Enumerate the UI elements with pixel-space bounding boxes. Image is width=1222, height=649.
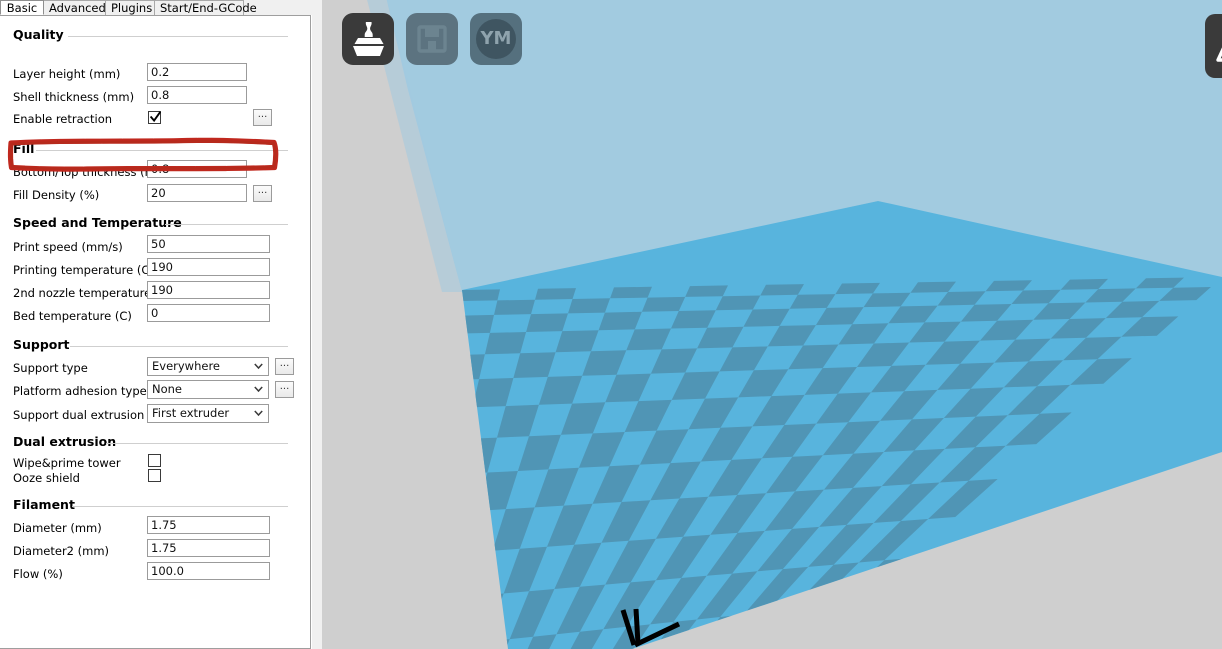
platform-grid-cell xyxy=(568,298,611,314)
label-layer-height: Layer height (mm) xyxy=(13,67,121,81)
platform-grid-cell xyxy=(526,313,568,332)
input-flow[interactable] xyxy=(147,562,270,580)
platform-grid-cell xyxy=(462,289,500,302)
platform-grid-cell xyxy=(535,288,576,300)
section-title-filament: Filament xyxy=(13,497,75,512)
button-support-type-options[interactable]: ... xyxy=(275,358,294,375)
section-divider xyxy=(70,346,288,347)
platform-grid-cell xyxy=(641,296,686,312)
tab-start-end-gcode[interactable]: Start/End-GCode xyxy=(154,0,257,15)
section-title-support: Support xyxy=(13,337,70,352)
floppy-disk-icon xyxy=(417,25,447,53)
youmagine-icon: YM xyxy=(476,19,516,59)
select-platform-adhesion-type[interactable]: None xyxy=(147,380,269,399)
label-flow: Flow (%) xyxy=(13,567,63,581)
label-fill-density: Fill Density (%) xyxy=(13,188,100,202)
chevron-down-icon xyxy=(254,363,263,370)
select-support-dual-extrusion[interactable]: First extruder xyxy=(147,404,269,423)
basic-settings-form: Quality Layer height (mm) Shell thicknes… xyxy=(0,15,311,649)
input-print-speed[interactable] xyxy=(147,235,270,253)
tab-bar: Basic Advanced Plugins Start/End-GCode xyxy=(0,0,322,16)
label-enable-retraction: Enable retraction xyxy=(13,112,113,126)
platform-grid-cell xyxy=(494,299,535,315)
warning-icon xyxy=(1216,47,1222,62)
section-divider xyxy=(106,443,288,444)
cura-application-window: Basic Advanced Plugins Start/End-GCode Q… xyxy=(0,0,1222,649)
label-diameter: Diameter (mm) xyxy=(13,521,102,535)
button-fill-density-options[interactable]: ... xyxy=(253,185,272,202)
checkbox-wipe-prime-tower[interactable] xyxy=(148,454,161,467)
checkbox-ooze-shield[interactable] xyxy=(148,469,161,482)
section-title-fill: Fill xyxy=(13,141,35,156)
button-retraction-options[interactable]: ... xyxy=(253,109,272,126)
expert-settings-button[interactable] xyxy=(1205,14,1222,78)
share-youmagine-button[interactable]: YM xyxy=(470,13,522,65)
section-title-speed-and-temperature: Speed and Temperature xyxy=(13,215,182,230)
checkbox-enable-retraction[interactable] xyxy=(148,111,161,124)
select-support-type-value: Everywhere xyxy=(152,359,221,373)
label-ooze-shield: Ooze shield xyxy=(13,471,80,485)
input-second-nozzle-temperature[interactable] xyxy=(147,281,270,299)
section-title-quality: Quality xyxy=(13,27,64,42)
save-toolpath-button[interactable] xyxy=(406,13,458,65)
3d-print-viewport[interactable]: YM xyxy=(322,0,1222,649)
label-wipe-prime-tower: Wipe&prime tower xyxy=(13,456,121,470)
load-model-button[interactable] xyxy=(342,13,394,65)
input-fill-density[interactable] xyxy=(147,184,247,202)
input-bed-temperature[interactable] xyxy=(147,304,270,322)
section-divider xyxy=(165,224,288,225)
section-divider xyxy=(36,150,288,151)
panel-edge-strip xyxy=(311,15,322,649)
input-printing-temperature[interactable] xyxy=(147,258,270,276)
load-model-icon xyxy=(353,22,384,56)
chevron-down-icon xyxy=(254,410,263,417)
input-diameter[interactable] xyxy=(147,516,270,534)
chevron-down-icon xyxy=(254,386,263,393)
label-bed-temperature: Bed temperature (C) xyxy=(13,309,132,323)
build-platform-scene xyxy=(322,0,1222,649)
tab-basic[interactable]: Basic xyxy=(0,0,44,15)
settings-panel: Basic Advanced Plugins Start/End-GCode Q… xyxy=(0,0,322,649)
label-printing-temperature: Printing temperature (C) xyxy=(13,263,154,277)
platform-grid-cell xyxy=(610,286,652,299)
label-print-speed: Print speed (mm/s) xyxy=(13,240,123,254)
select-platform-adhesion-type-value: None xyxy=(152,382,183,396)
tab-plugins[interactable]: Plugins xyxy=(105,0,155,15)
label-support-type: Support type xyxy=(13,361,88,375)
label-support-dual-extrusion: Support dual extrusion xyxy=(13,408,145,422)
platform-grid-cell xyxy=(598,311,642,331)
select-support-type[interactable]: Everywhere xyxy=(147,357,269,376)
button-platform-adhesion-options[interactable]: ... xyxy=(275,381,294,398)
platform-grid-cell xyxy=(760,284,804,296)
section-divider xyxy=(72,506,288,507)
label-shell-thickness: Shell thickness (mm) xyxy=(13,90,135,104)
platform-grid-cell xyxy=(835,282,880,295)
select-support-dual-extrusion-value: First extruder xyxy=(152,406,230,420)
section-title-dual-extrusion: Dual extrusion xyxy=(13,434,117,449)
input-layer-height[interactable] xyxy=(147,63,247,81)
platform-grid-cell xyxy=(484,332,527,355)
section-divider xyxy=(68,36,288,37)
label-platform-adhesion-type: Platform adhesion type xyxy=(13,384,147,398)
tab-advanced[interactable]: Advanced xyxy=(43,0,106,15)
platform-grid-cell xyxy=(685,285,728,297)
input-diameter2[interactable] xyxy=(147,539,270,557)
label-diameter2: Diameter2 (mm) xyxy=(13,544,110,558)
checkmark-icon xyxy=(150,111,161,124)
input-bottom-top-thickness[interactable] xyxy=(147,160,247,178)
input-shell-thickness[interactable] xyxy=(147,86,247,104)
